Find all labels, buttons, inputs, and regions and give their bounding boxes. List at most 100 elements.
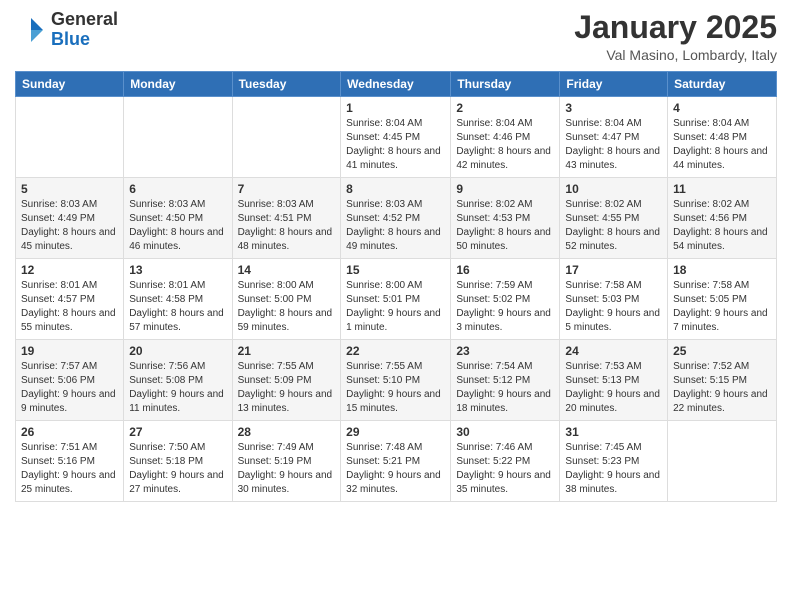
day-number: 1 — [346, 101, 445, 115]
table-row: 3Sunrise: 8:04 AM Sunset: 4:47 PM Daylig… — [560, 97, 668, 178]
day-number: 7 — [238, 182, 336, 196]
table-row: 28 Sunrise: 7:49 AM Sunset: 5:19 PM Dayli… — [232, 421, 341, 502]
table-row: 22Sunrise: 7:55 AM Sunset: 5:10 PM Dayli… — [341, 340, 451, 421]
table-row: 8 Sunrise: 8:03 AM Sunset: 4:52 PM Daylig… — [341, 178, 451, 259]
day-info: Sunrise: 8:01 AM Sunset: 4:57 PM Dayligh… — [21, 279, 118, 335]
table-row — [16, 97, 124, 178]
table-row: 17 Sunrise: 7:58 AM Sunset: 5:03 PM Dayli… — [560, 259, 668, 340]
day-info: Sunrise: 8:03 AM Sunset: 4:50 PM Dayligh… — [129, 198, 226, 254]
logo: General Blue — [15, 10, 118, 50]
day-info: Sunrise: 8:00 AM Sunset: 5:01 PM Dayligh… — [346, 279, 445, 335]
day-number: 12 — [21, 263, 118, 277]
col-wednesday: Wednesday — [341, 72, 451, 97]
table-row: 11Sunrise: 8:02 AM Sunset: 4:56 PM Dayli… — [668, 178, 777, 259]
day-number: 17 — [565, 263, 662, 277]
header: General Blue January 2025 Val Masino, Lo… — [15, 10, 777, 63]
day-number: 5 — [21, 182, 118, 196]
day-number: 8 — [346, 182, 445, 196]
day-info: Sunrise: 8:02 AM Sunset: 4:53 PM Dayligh… — [456, 198, 554, 254]
day-number: 27 — [129, 425, 226, 439]
calendar-week-row: 5 Sunrise: 8:03 AM Sunset: 4:49 PM Daylig… — [16, 178, 777, 259]
col-friday: Friday — [560, 72, 668, 97]
day-info: Sunrise: 7:56 AM Sunset: 5:08 PM Dayligh… — [129, 360, 226, 416]
day-number: 30 — [456, 425, 554, 439]
day-info: Sunrise: 8:04 AM Sunset: 4:46 PM Dayligh… — [456, 117, 554, 173]
day-number: 14 — [238, 263, 336, 277]
table-row: 26 Sunrise: 7:51 AM Sunset: 5:16 PM Dayli… — [16, 421, 124, 502]
day-info: Sunrise: 8:04 AM Sunset: 4:45 PM Dayligh… — [346, 117, 445, 173]
table-row: 4 Sunrise: 8:04 AM Sunset: 4:48 PM Daylig… — [668, 97, 777, 178]
day-info: Sunrise: 7:50 AM Sunset: 5:18 PM Dayligh… — [129, 441, 226, 497]
day-info: Sunrise: 8:03 AM Sunset: 4:51 PM Dayligh… — [238, 198, 336, 254]
day-info: Sunrise: 8:00 AM Sunset: 5:00 PM Dayligh… — [238, 279, 336, 335]
day-info: Sunrise: 8:04 AM Sunset: 4:48 PM Dayligh… — [673, 117, 771, 173]
day-number: 18 — [673, 263, 771, 277]
table-row: 13 Sunrise: 8:01 AM Sunset: 4:58 PM Dayli… — [124, 259, 232, 340]
table-row — [232, 97, 341, 178]
day-info: Sunrise: 7:45 AM Sunset: 5:23 PM Dayligh… — [565, 441, 662, 497]
day-info: Sunrise: 7:48 AM Sunset: 5:21 PM Dayligh… — [346, 441, 445, 497]
day-number: 25 — [673, 344, 771, 358]
day-number: 19 — [21, 344, 118, 358]
day-info: Sunrise: 7:55 AM Sunset: 5:09 PM Dayligh… — [238, 360, 336, 416]
day-info: Sunrise: 7:57 AM Sunset: 5:06 PM Dayligh… — [21, 360, 118, 416]
day-info: Sunrise: 7:58 AM Sunset: 5:03 PM Dayligh… — [565, 279, 662, 335]
day-number: 29 — [346, 425, 445, 439]
table-row: 25 Sunrise: 7:52 AM Sunset: 5:15 PM Dayli… — [668, 340, 777, 421]
table-row: 18Sunrise: 7:58 AM Sunset: 5:05 PM Dayli… — [668, 259, 777, 340]
table-row: 27 Sunrise: 7:50 AM Sunset: 5:18 PM Dayli… — [124, 421, 232, 502]
table-row: 6 Sunrise: 8:03 AM Sunset: 4:50 PM Daylig… — [124, 178, 232, 259]
col-saturday: Saturday — [668, 72, 777, 97]
calendar-week-row: 12 Sunrise: 8:01 AM Sunset: 4:57 PM Dayli… — [16, 259, 777, 340]
day-info: Sunrise: 8:03 AM Sunset: 4:52 PM Dayligh… — [346, 198, 445, 254]
day-info: Sunrise: 7:53 AM Sunset: 5:13 PM Dayligh… — [565, 360, 662, 416]
day-info: Sunrise: 7:54 AM Sunset: 5:12 PM Dayligh… — [456, 360, 554, 416]
col-tuesday: Tuesday — [232, 72, 341, 97]
day-info: Sunrise: 8:03 AM Sunset: 4:49 PM Dayligh… — [21, 198, 118, 254]
calendar-header-row: Sunday Monday Tuesday Wednesday Thursday… — [16, 72, 777, 97]
table-row: 15Sunrise: 8:00 AM Sunset: 5:01 PM Dayli… — [341, 259, 451, 340]
table-row — [124, 97, 232, 178]
table-row: 7 Sunrise: 8:03 AM Sunset: 4:51 PM Daylig… — [232, 178, 341, 259]
table-row: 23 Sunrise: 7:54 AM Sunset: 5:12 PM Dayli… — [451, 340, 560, 421]
day-number: 11 — [673, 182, 771, 196]
day-info: Sunrise: 8:01 AM Sunset: 4:58 PM Dayligh… — [129, 279, 226, 335]
calendar-week-row: 1 Sunrise: 8:04 AM Sunset: 4:45 PM Daylig… — [16, 97, 777, 178]
logo-icon — [15, 14, 47, 46]
day-number: 13 — [129, 263, 226, 277]
table-row: 29 Sunrise: 7:48 AM Sunset: 5:21 PM Dayli… — [341, 421, 451, 502]
logo-text: General Blue — [51, 10, 118, 50]
col-sunday: Sunday — [16, 72, 124, 97]
day-info: Sunrise: 7:51 AM Sunset: 5:16 PM Dayligh… — [21, 441, 118, 497]
page: General Blue January 2025 Val Masino, Lo… — [0, 0, 792, 612]
table-row: 24 Sunrise: 7:53 AM Sunset: 5:13 PM Dayli… — [560, 340, 668, 421]
table-row: 30 Sunrise: 7:46 AM Sunset: 5:22 PM Dayli… — [451, 421, 560, 502]
table-row: 21 Sunrise: 7:55 AM Sunset: 5:09 PM Dayli… — [232, 340, 341, 421]
table-row: 19 Sunrise: 7:57 AM Sunset: 5:06 PM Dayli… — [16, 340, 124, 421]
day-info: Sunrise: 7:46 AM Sunset: 5:22 PM Dayligh… — [456, 441, 554, 497]
table-row: 10Sunrise: 8:02 AM Sunset: 4:55 PM Dayli… — [560, 178, 668, 259]
day-info: Sunrise: 7:59 AM Sunset: 5:02 PM Dayligh… — [456, 279, 554, 335]
day-info: Sunrise: 8:02 AM Sunset: 4:55 PM Dayligh… — [565, 198, 662, 254]
logo-blue-text: Blue — [51, 30, 118, 50]
day-info: Sunrise: 7:49 AM Sunset: 5:19 PM Dayligh… — [238, 441, 336, 497]
day-info: Sunrise: 7:52 AM Sunset: 5:15 PM Dayligh… — [673, 360, 771, 416]
day-number: 21 — [238, 344, 336, 358]
header-right: January 2025 Val Masino, Lombardy, Italy — [574, 10, 777, 63]
day-number: 22 — [346, 344, 445, 358]
day-number: 6 — [129, 182, 226, 196]
table-row: 20Sunrise: 7:56 AM Sunset: 5:08 PM Dayli… — [124, 340, 232, 421]
col-thursday: Thursday — [451, 72, 560, 97]
day-number: 4 — [673, 101, 771, 115]
day-number: 28 — [238, 425, 336, 439]
day-info: Sunrise: 8:04 AM Sunset: 4:47 PM Dayligh… — [565, 117, 662, 173]
calendar-table: Sunday Monday Tuesday Wednesday Thursday… — [15, 71, 777, 502]
table-row: 9Sunrise: 8:02 AM Sunset: 4:53 PM Daylig… — [451, 178, 560, 259]
location: Val Masino, Lombardy, Italy — [574, 47, 777, 63]
day-number: 23 — [456, 344, 554, 358]
table-row: 14 Sunrise: 8:00 AM Sunset: 5:00 PM Dayli… — [232, 259, 341, 340]
col-monday: Monday — [124, 72, 232, 97]
day-number: 24 — [565, 344, 662, 358]
day-number: 31 — [565, 425, 662, 439]
day-number: 26 — [21, 425, 118, 439]
